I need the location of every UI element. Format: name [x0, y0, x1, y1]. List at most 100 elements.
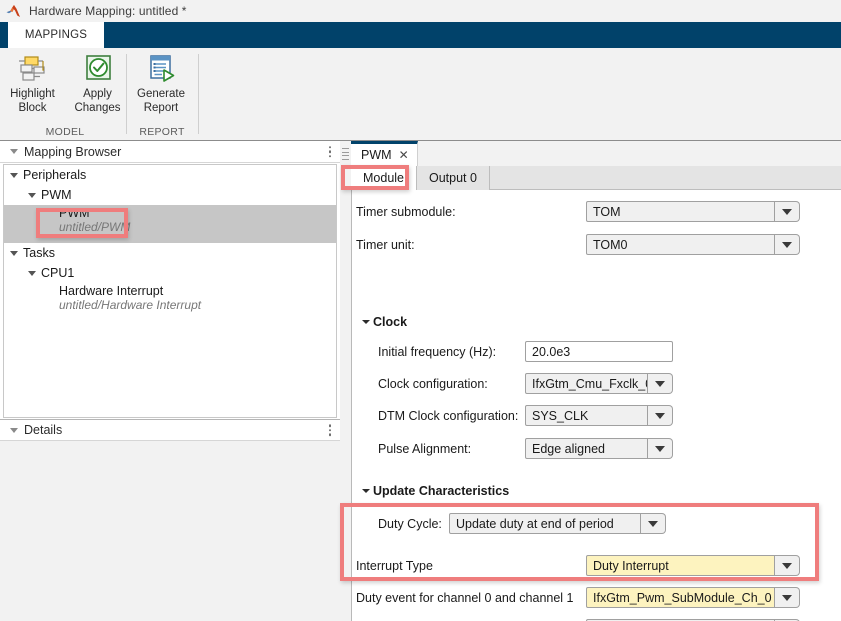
document-tab-strip: PWM ✕ — [351, 141, 841, 166]
details-collapse-icon[interactable] — [10, 427, 18, 433]
duty-cycle-dropdown[interactable]: Update duty at end of period — [449, 513, 666, 534]
chevron-down-icon[interactable] — [775, 234, 800, 255]
details-options-icon[interactable] — [328, 424, 331, 436]
initial-frequency-input[interactable]: 20.0e3 — [525, 341, 673, 362]
tree-item-cpu1[interactable]: CPU1 — [4, 263, 336, 283]
generate-report-line2: Report — [143, 101, 179, 114]
chevron-down-icon[interactable] — [641, 513, 666, 534]
highlight-block-label: Highlight Block — [10, 88, 55, 115]
timer-unit-dropdown[interactable]: TOM0 — [586, 234, 800, 255]
check-circle-icon — [85, 55, 111, 80]
close-icon[interactable]: ✕ — [399, 148, 409, 162]
title-bar: Hardware Mapping: untitled * — [0, 0, 841, 22]
chevron-down-icon[interactable] — [28, 270, 36, 276]
tab-module-label: Module — [363, 171, 404, 185]
chevron-down-icon[interactable] — [362, 489, 370, 493]
initial-frequency-value: 20.0e3 — [525, 341, 673, 362]
window-title: Hardware Mapping: untitled * — [29, 4, 187, 18]
section-clock[interactable]: Clock — [352, 315, 407, 329]
mapping-tree[interactable]: Peripherals PWM PWM untitled/PWM Tasks C… — [3, 164, 337, 418]
chevron-down-icon[interactable] — [10, 250, 18, 256]
duty-event-ch0-ch1-value: IfxGtm_Pwm_SubModule_Ch_0 — [586, 587, 775, 608]
dtm-clock-configuration-value: SYS_CLK — [525, 405, 648, 426]
section-update-characteristics[interactable]: Update Characteristics — [352, 484, 509, 498]
chevron-down-icon[interactable] — [775, 201, 800, 222]
apply-changes-line1: Apply — [83, 88, 112, 100]
pulse-alignment-label: Pulse Alignment: — [378, 442, 472, 456]
row-pulse-alignment: Pulse Alignment: — [378, 442, 471, 456]
apply-changes-label: Apply Changes — [74, 88, 120, 115]
ribbon-body: Highlight Block Apply Changes MODEL Gene… — [0, 48, 841, 141]
tree-item-pwm-group[interactable]: PWM — [4, 185, 336, 205]
clock-configuration-value: IfxGtm_Cmu_Fxclk_0 — [525, 373, 648, 394]
timer-submodule-dropdown[interactable]: TOM — [586, 201, 800, 222]
matlab-logo-icon — [6, 5, 20, 17]
ribbon-group-model: Highlight Block Apply Changes MODEL — [0, 48, 130, 140]
tab-module[interactable]: Module — [351, 166, 417, 190]
tab-mappings[interactable]: MAPPINGS — [8, 22, 104, 48]
generate-report-label: Generate Report — [137, 88, 185, 115]
row-clock-configuration: Clock configuration: — [378, 377, 488, 391]
apply-changes-button[interactable]: Apply Changes — [65, 48, 130, 120]
tree-item-pwm-node[interactable]: PWM untitled/PWM — [4, 205, 336, 243]
module-settings-form: Timer submodule: TOM Timer unit: TOM0 Cl… — [351, 190, 841, 621]
tree-item-tasks-label: Tasks — [23, 246, 55, 260]
tree-item-hardware-interrupt-label: Hardware Interrupt — [59, 284, 164, 298]
chevron-down-icon[interactable] — [648, 438, 673, 459]
ribbon-group-report: Generate Report REPORT — [128, 48, 196, 140]
interrupt-type-dropdown[interactable]: Duty Interrupt — [586, 555, 800, 576]
tree-item-peripherals-label: Peripherals — [23, 168, 87, 182]
apply-changes-line2: Changes — [74, 101, 121, 114]
tree-item-peripherals[interactable]: Peripherals — [4, 165, 336, 185]
ribbon-group-divider-2 — [198, 54, 199, 134]
pulse-alignment-value: Edge aligned — [525, 438, 648, 459]
tree-item-pwm-node-path: untitled/PWM — [59, 220, 131, 234]
tree-item-hardware-interrupt[interactable]: Hardware Interrupt untitled/Hardware Int… — [4, 283, 336, 321]
left-panel: Mapping Browser Peripherals PWM PWM unti… — [0, 141, 340, 621]
chevron-down-icon[interactable] — [10, 172, 18, 178]
tab-output-0[interactable]: Output 0 — [417, 166, 490, 190]
clock-configuration-dropdown[interactable]: IfxGtm_Cmu_Fxclk_0 — [525, 373, 673, 394]
initial-frequency-label: Initial frequency (Hz): — [378, 345, 497, 359]
ribbon-group-model-label: MODEL — [45, 126, 85, 138]
document-area: PWM ✕ Module Output 0 Timer submodule: T… — [351, 141, 841, 621]
section-clock-label: Clock — [373, 315, 408, 329]
tree-item-pwm-node-label: PWM — [59, 206, 90, 220]
timer-submodule-label: Timer submodule: — [356, 205, 456, 219]
row-duty-event-ch0-ch1: Duty event for channel 0 and channel 1 — [356, 591, 574, 605]
report-play-icon — [150, 55, 175, 82]
chevron-down-icon[interactable] — [28, 192, 36, 198]
tree-item-tasks[interactable]: Tasks — [4, 243, 336, 263]
tree-item-hardware-interrupt-path: untitled/Hardware Interrupt — [59, 298, 202, 312]
mapping-browser-options-icon[interactable] — [328, 145, 331, 158]
document-tab-pwm-label: PWM — [361, 148, 392, 162]
document-tab-pwm[interactable]: PWM ✕ — [351, 141, 418, 166]
dtm-clock-configuration-label: DTM Clock configuration: — [378, 409, 519, 423]
chevron-down-icon[interactable] — [648, 373, 673, 394]
pulse-alignment-dropdown[interactable]: Edge aligned — [525, 438, 673, 459]
clock-configuration-label: Clock configuration: — [378, 377, 488, 391]
timer-submodule-value: TOM — [586, 201, 775, 222]
row-duty-cycle: Duty Cycle: — [378, 517, 442, 531]
tree-item-cpu1-label: CPU1 — [41, 266, 75, 280]
highlight-block-button[interactable]: Highlight Block — [0, 48, 65, 120]
generate-report-button[interactable]: Generate Report — [128, 48, 194, 120]
block-diagram-icon — [18, 56, 45, 81]
chevron-down-icon[interactable] — [775, 555, 800, 576]
timer-unit-label: Timer unit: — [356, 238, 415, 252]
details-title: Details — [24, 423, 63, 437]
chevron-down-icon[interactable] — [775, 587, 800, 608]
ribbon-tab-strip: MAPPINGS — [0, 22, 841, 48]
mapping-browser-collapse-icon[interactable] — [10, 149, 18, 154]
row-dtm-clock-configuration: DTM Clock configuration: — [378, 409, 518, 423]
chevron-down-icon[interactable] — [648, 405, 673, 426]
duty-event-ch0-ch1-dropdown[interactable]: IfxGtm_Pwm_SubModule_Ch_0 — [586, 587, 800, 608]
row-timer-unit: Timer unit: — [356, 238, 415, 252]
dtm-clock-configuration-dropdown[interactable]: SYS_CLK — [525, 405, 673, 426]
panel-splitter[interactable] — [340, 141, 351, 621]
duty-cycle-value: Update duty at end of period — [449, 513, 641, 534]
chevron-down-icon[interactable] — [362, 320, 370, 324]
splitter-grip-icon[interactable] — [342, 146, 349, 162]
details-header: Details — [0, 419, 340, 441]
row-interrupt-type: Interrupt Type — [356, 559, 433, 573]
